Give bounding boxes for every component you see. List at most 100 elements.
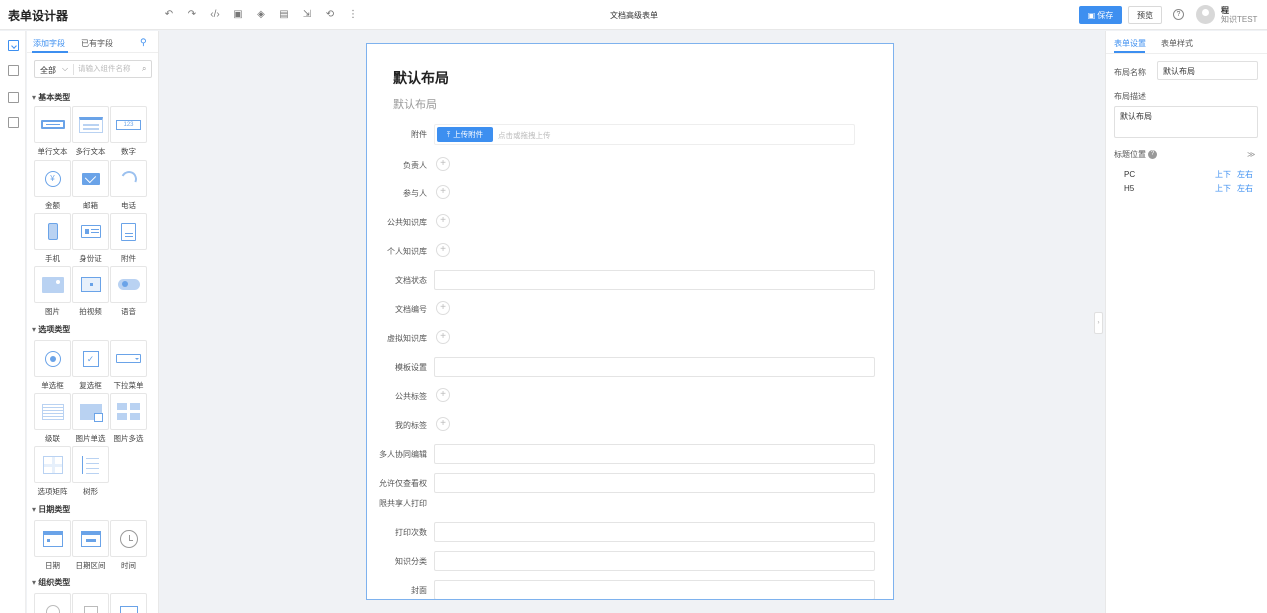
component-multi-line-text[interactable]: 多行文本	[72, 106, 109, 156]
component-date-range[interactable]: 日期区间	[72, 520, 109, 570]
component-member[interactable]	[34, 593, 71, 613]
category-select[interactable]: 全部	[40, 65, 56, 76]
help-icon[interactable]: ?	[1173, 9, 1184, 20]
component-tabs: 添加字段 已有字段 ⚲	[27, 31, 158, 53]
component-attachment[interactable]: 附件	[110, 213, 147, 263]
form-title[interactable]: 默认布局	[393, 68, 449, 88]
save-disk-icon[interactable]: ▤	[279, 9, 289, 21]
field-label: 知识分类	[395, 557, 427, 566]
search-input[interactable]	[78, 64, 140, 73]
doc-status-input[interactable]	[434, 270, 875, 290]
component-tree[interactable]: 树形	[72, 446, 109, 496]
component-cascade[interactable]: 级联	[34, 393, 71, 443]
history-icon[interactable]: ⟲	[325, 9, 335, 21]
add-public-tag-plus-icon[interactable]: +	[436, 388, 450, 402]
save-button[interactable]: ▣ 保存	[1079, 6, 1122, 24]
component-image[interactable]: 图片	[34, 266, 71, 316]
component-single-line-text[interactable]: 单行文本	[34, 106, 71, 156]
label-position-heading: 标题位置?	[1114, 149, 1157, 160]
view-only-input[interactable]	[434, 473, 875, 493]
template-settings-input[interactable]	[434, 357, 875, 377]
preview-button[interactable]: 预览	[1128, 6, 1162, 24]
form-description[interactable]: 默认布局	[393, 96, 437, 112]
category-org[interactable]: 组织类型	[32, 577, 70, 588]
upload-button[interactable]: ⤒ 上传附件	[437, 127, 493, 142]
text-icon[interactable]	[8, 117, 19, 128]
layers-icon[interactable]: ◈	[256, 9, 266, 21]
component-label: 图片单选	[75, 434, 106, 443]
component-department[interactable]	[110, 593, 147, 613]
component-option-matrix[interactable]: 选项矩阵	[34, 446, 71, 496]
component-checkbox[interactable]: ✓ 复选框	[72, 340, 109, 390]
chevron-down-icon[interactable]: ≫	[1247, 150, 1255, 159]
knowledge-category-input[interactable]	[434, 551, 875, 571]
category-options[interactable]: 选项类型	[32, 324, 70, 335]
more-icon[interactable]: ⋮	[348, 9, 358, 21]
pc-top-bottom-option[interactable]: 上下	[1215, 169, 1231, 180]
upload-dropzone[interactable]: ⤒ 上传附件 点击或拖拽上传	[434, 124, 855, 145]
component-video[interactable]: 拍视频	[72, 266, 109, 316]
component-number[interactable]: 123 数字	[110, 106, 147, 156]
component-time[interactable]: 时间	[110, 520, 147, 570]
form-preview[interactable]: 默认布局 默认布局 附件 ⤒ 上传附件 点击或拖拽上传 负责人 + 参与人 + …	[366, 43, 894, 600]
collapse-panel-handle[interactable]: ›	[1094, 312, 1103, 334]
video-icon	[80, 277, 101, 292]
component-date[interactable]: 日期	[34, 520, 71, 570]
chart-icon[interactable]	[8, 92, 19, 103]
component-label: 多行文本	[75, 147, 106, 156]
field-label: 文档编号	[395, 305, 427, 314]
undo-icon[interactable]: ↶	[164, 9, 174, 21]
question-icon[interactable]: ?	[1148, 150, 1157, 160]
component-label: 时间	[121, 561, 136, 570]
tab-form-style[interactable]: 表单样式	[1161, 38, 1193, 49]
component-money[interactable]: ¥ 金额	[34, 160, 71, 210]
add-virtual-kb-plus-icon[interactable]: +	[436, 330, 450, 344]
clock-icon	[119, 529, 138, 548]
image-icon[interactable]: ▣	[233, 9, 243, 21]
category-basic[interactable]: 基本类型	[32, 92, 70, 103]
search-icon[interactable]: ⌕	[142, 64, 146, 74]
component-members[interactable]	[72, 593, 109, 613]
add-doc-number-plus-icon[interactable]: +	[436, 301, 450, 315]
component-dropdown[interactable]: 下拉菜单	[110, 340, 147, 390]
layout-icon[interactable]	[8, 65, 19, 76]
add-owner-plus-icon[interactable]: +	[436, 157, 450, 171]
add-participant-plus-icon[interactable]: +	[436, 185, 450, 199]
component-email[interactable]: 邮箱	[72, 160, 109, 210]
component-voice[interactable]: 语音	[110, 266, 147, 316]
print-count-input[interactable]	[434, 522, 875, 542]
pin-icon[interactable]: ⚲	[140, 37, 147, 48]
layout-name-input[interactable]: 默认布局	[1157, 61, 1258, 80]
field-label: 限共享人打印	[379, 499, 427, 508]
form-fields-icon[interactable]	[8, 40, 19, 51]
redo-icon[interactable]: ↷	[187, 9, 197, 21]
component-image-multi[interactable]: 图片多选	[110, 393, 147, 443]
component-phone[interactable]: 电话	[110, 160, 147, 210]
layout-desc-textarea[interactable]: 默认布局	[1114, 106, 1258, 138]
export-icon[interactable]: ⇲	[302, 9, 312, 21]
dropdown-icon	[116, 354, 141, 363]
category-dates[interactable]: 日期类型	[32, 504, 70, 515]
field-label: 封面	[411, 586, 427, 595]
field-label: 参与人	[403, 189, 427, 198]
h5-left-right-option[interactable]: 左右	[1237, 183, 1253, 194]
user-org: 知识TEST	[1221, 15, 1258, 24]
add-my-tag-plus-icon[interactable]: +	[436, 417, 450, 431]
add-personal-kb-plus-icon[interactable]: +	[436, 243, 450, 257]
cover-input[interactable]	[434, 580, 875, 599]
avatar[interactable]	[1196, 5, 1215, 24]
tab-add-field[interactable]: 添加字段	[33, 38, 65, 49]
h5-top-bottom-option[interactable]: 上下	[1215, 183, 1231, 194]
component-id-card[interactable]: 身份证	[72, 213, 109, 263]
add-public-kb-plus-icon[interactable]: +	[436, 214, 450, 228]
tab-existing-fields[interactable]: 已有字段	[81, 38, 113, 49]
chevron-down-icon[interactable]: ⌵	[62, 64, 68, 74]
pc-left-right-option[interactable]: 左右	[1237, 169, 1253, 180]
component-label: 身份证	[79, 254, 102, 263]
collab-edit-input[interactable]	[434, 444, 875, 464]
code-icon[interactable]: ‹/›	[210, 9, 220, 21]
component-mobile[interactable]: 手机	[34, 213, 71, 263]
component-image-radio[interactable]: 图片单选	[72, 393, 109, 443]
component-radio[interactable]: 单选框	[34, 340, 71, 390]
tab-form-settings[interactable]: 表单设置	[1114, 38, 1146, 49]
